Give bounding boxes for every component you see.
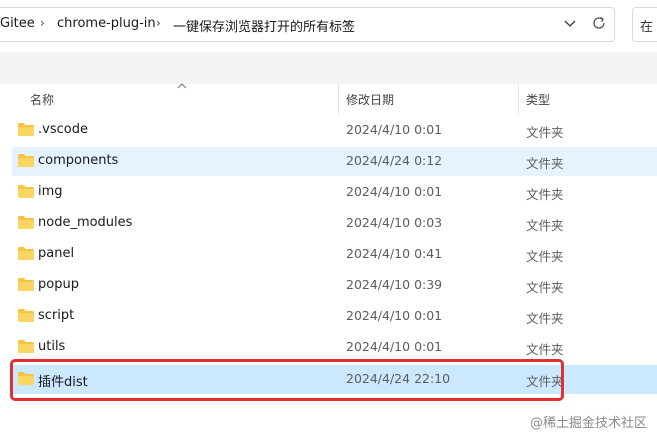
file-row[interactable]: script 2024/4/10 0:01 文件夹 (12, 302, 657, 331)
folder-icon (18, 372, 34, 385)
file-row[interactable]: popup 2024/4/10 0:39 文件夹 (12, 271, 657, 300)
breadcrumb-chrome-plug-in[interactable]: chrome-plug-in (57, 16, 156, 31)
chevron-right-icon[interactable]: › (156, 16, 161, 30)
modified-date: 2024/4/10 0:03 (346, 215, 443, 230)
chevron-right-icon[interactable]: › (346, 16, 351, 30)
folder-icon (18, 340, 34, 353)
file-row[interactable]: img 2024/4/10 0:01 文件夹 (12, 178, 657, 207)
modified-date: 2024/4/24 0:12 (346, 153, 443, 168)
search-placeholder: 在 (640, 20, 654, 35)
folder-icon (18, 216, 34, 229)
modified-date: 2024/4/10 0:01 (346, 339, 443, 354)
modified-date: 2024/4/10 0:39 (346, 277, 443, 292)
folder-icon (18, 123, 34, 136)
file-type: 文件夹 (526, 311, 564, 326)
file-type: 文件夹 (526, 280, 564, 295)
watermark: @稀土掘金技术社区 (530, 416, 648, 431)
file-row[interactable]: utils 2024/4/10 0:01 文件夹 (12, 333, 657, 362)
file-name: node_modules (38, 215, 133, 230)
folder-icon (18, 278, 34, 291)
file-name: panel (38, 246, 75, 261)
file-row-selected[interactable]: 插件dist 2024/4/24 22:10 文件夹 (12, 365, 657, 394)
folder-icon (18, 154, 34, 167)
file-name: components (38, 153, 119, 168)
file-name: popup (38, 277, 79, 292)
file-name: 插件dist (38, 375, 88, 390)
file-type: 文件夹 (526, 342, 564, 357)
column-header (0, 84, 657, 114)
file-row[interactable]: .vscode 2024/4/10 0:01 文件夹 (12, 116, 657, 145)
folder-icon (18, 185, 34, 198)
modified-date: 2024/4/10 0:01 (346, 122, 443, 137)
column-divider[interactable] (338, 84, 339, 114)
file-type: 文件夹 (526, 156, 564, 171)
file-name: .vscode (38, 122, 88, 137)
toolbar (0, 52, 657, 84)
file-name: utils (38, 339, 66, 354)
file-row[interactable]: node_modules 2024/4/10 0:03 文件夹 (12, 209, 657, 238)
modified-date: 2024/4/24 22:10 (346, 371, 451, 386)
modified-date: 2024/4/10 0:01 (346, 308, 443, 323)
modified-date: 2024/4/10 0:41 (346, 246, 443, 261)
file-type: 文件夹 (526, 125, 564, 140)
file-row[interactable]: components 2024/4/24 0:12 文件夹 (12, 147, 657, 176)
chevron-down-icon[interactable] (563, 14, 577, 32)
breadcrumb-current-folder[interactable]: 一键保存浏览器打开的所有标签 (173, 16, 355, 35)
file-type: 文件夹 (526, 249, 564, 264)
file-type: 文件夹 (526, 218, 564, 233)
column-modified-header[interactable]: 修改日期 (346, 91, 394, 108)
folder-icon (18, 309, 34, 322)
column-type-header[interactable]: 类型 (526, 91, 550, 108)
breadcrumb-gitee[interactable]: Gitee (0, 16, 35, 31)
file-name: script (38, 308, 75, 323)
column-divider[interactable] (518, 84, 519, 114)
file-row[interactable]: panel 2024/4/10 0:41 文件夹 (12, 240, 657, 269)
file-name: img (38, 184, 63, 199)
modified-date: 2024/4/10 0:01 (346, 184, 443, 199)
sort-up-icon (177, 83, 187, 89)
chevron-right-icon[interactable]: › (40, 16, 45, 30)
file-type: 文件夹 (526, 187, 564, 202)
column-name-header[interactable]: 名称 (30, 91, 54, 108)
file-type: 文件夹 (526, 374, 564, 389)
refresh-icon[interactable] (590, 14, 608, 32)
folder-icon (18, 247, 34, 260)
